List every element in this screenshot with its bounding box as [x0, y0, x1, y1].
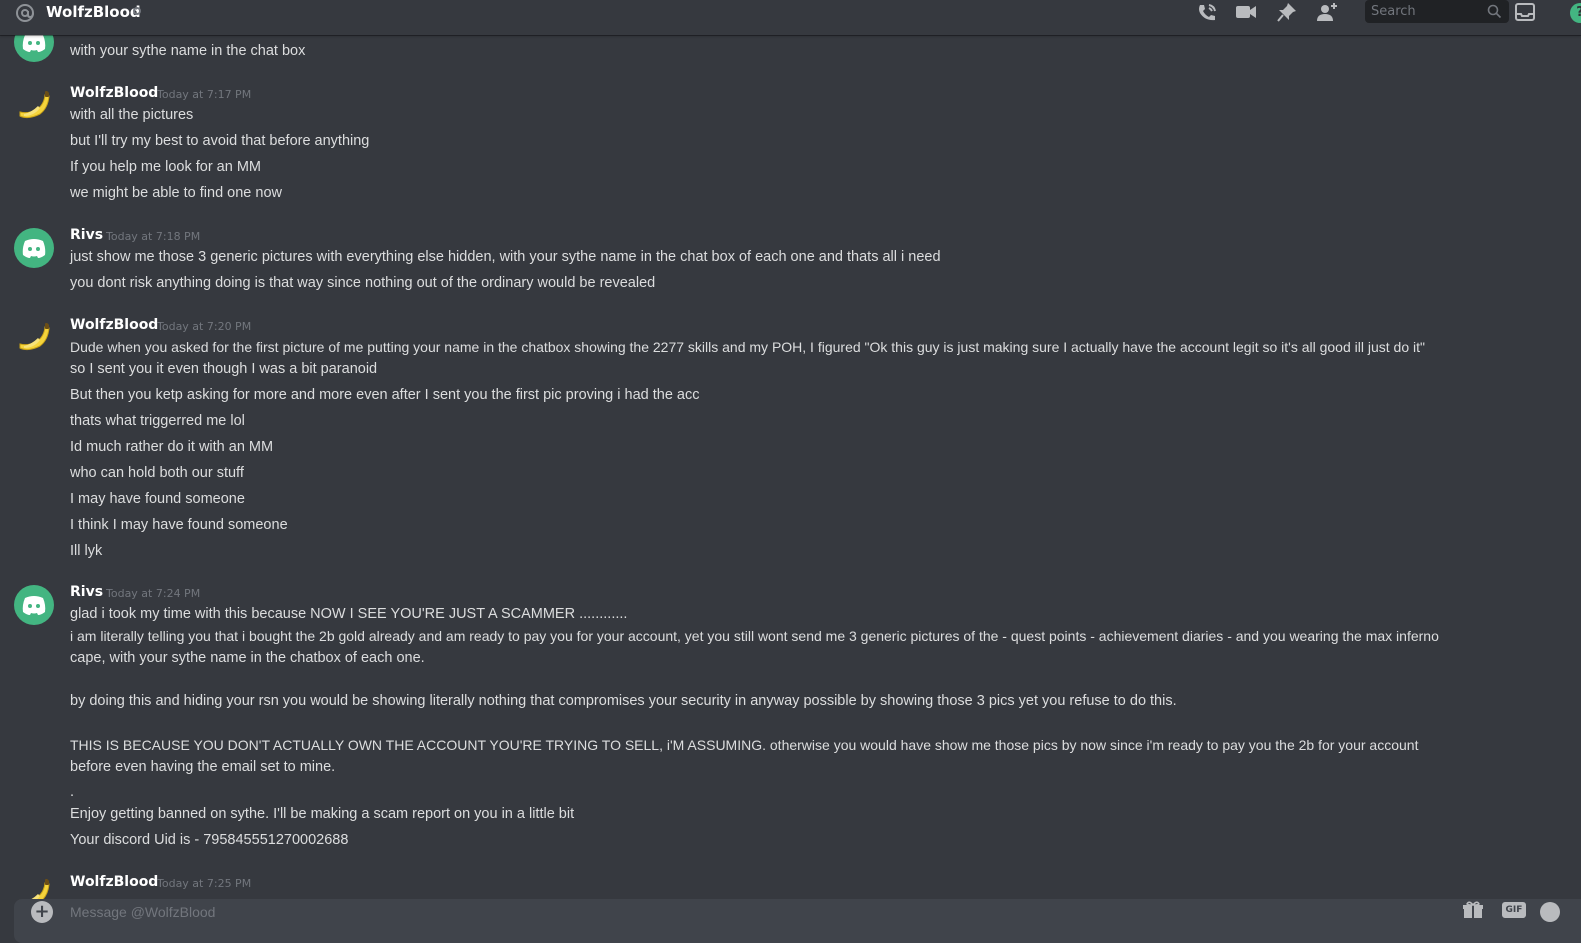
at-sign-icon	[16, 4, 34, 22]
help-icon[interactable]: ?	[1570, 3, 1581, 23]
timestamp: Today at 7:17 PM	[157, 88, 252, 101]
message-line: I think I may have found someone	[70, 517, 288, 533]
offline-status-icon	[133, 7, 141, 15]
timestamp: Today at 7:20 PM	[157, 320, 252, 333]
timestamp: Today at 7:25 PM	[157, 877, 252, 890]
username[interactable]: WolfzBlood	[70, 873, 158, 891]
message-line: by doing this and hiding your rsn you wo…	[70, 693, 1177, 709]
gift-icon[interactable]	[1462, 901, 1484, 919]
message-line: just show me those 3 generic pictures wi…	[70, 249, 941, 265]
message-line: I may have found someone	[70, 491, 245, 507]
channel-title: WolfzBlood	[46, 3, 141, 21]
message-line: who can hold both our stuff	[70, 465, 244, 481]
discord-logo-icon	[22, 239, 46, 258]
upload-plus-icon[interactable]: +	[31, 901, 53, 923]
message-line: glad i took my time with this because NO…	[70, 606, 628, 622]
message-line: Id much rather do it with an MM	[70, 439, 274, 455]
add-friend-icon[interactable]	[1315, 1, 1339, 23]
message-list: with your sythe name in the chat box Wol…	[0, 0, 1581, 921]
username[interactable]: WolfzBlood	[70, 316, 158, 334]
channel-header: WolfzBlood ?	[0, 0, 1581, 35]
message-line: Enjoy getting banned on sythe. I'll be m…	[70, 806, 575, 822]
message-line: cape, with your sythe name in the chatbo…	[70, 650, 425, 666]
pinned-messages-icon[interactable]	[1275, 1, 1299, 23]
message-line: we might be able to find one now	[70, 185, 282, 201]
search-input[interactable]	[1371, 3, 1481, 20]
message-line: with all the pictures	[70, 107, 194, 123]
message-line: so I sent you it even though I was a bit…	[70, 361, 378, 377]
emoji-icon[interactable]	[1540, 902, 1560, 922]
username[interactable]: WolfzBlood	[70, 84, 158, 102]
timestamp: Today at 7:18 PM	[106, 230, 201, 243]
username[interactable]: Rivs	[70, 226, 103, 244]
message-line: Ill lyk	[70, 543, 103, 559]
message-line: .	[70, 784, 75, 800]
search-box[interactable]	[1365, 0, 1509, 23]
message-line: Dude when you asked for the first pictur…	[70, 339, 1425, 355]
avatar[interactable]	[14, 86, 54, 126]
voice-call-icon[interactable]	[1195, 1, 1219, 23]
banana-icon	[19, 323, 50, 351]
video-call-icon[interactable]	[1234, 1, 1258, 23]
avatar[interactable]	[14, 318, 54, 358]
message-line: you dont risk anything doing is that way…	[70, 275, 656, 291]
message-line: but I'll try my best to avoid that befor…	[70, 133, 370, 149]
message-line: But then you ketp asking for more and mo…	[70, 387, 700, 403]
message-line: If you help me look for an MM	[70, 159, 261, 175]
discord-logo-icon	[22, 596, 46, 615]
message-line: with your sythe name in the chat box	[70, 43, 306, 59]
message-line: thats what triggerred me lol	[70, 413, 245, 429]
banana-icon	[19, 91, 50, 119]
gif-button[interactable]: GIF	[1502, 902, 1526, 918]
message-line: Your discord Uid is - 795845551270002688	[70, 832, 349, 848]
avatar[interactable]	[14, 228, 54, 268]
message-composer: + GIF	[14, 899, 1581, 943]
timestamp: Today at 7:24 PM	[106, 587, 201, 600]
message-line: THIS IS BECAUSE YOU DON'T ACTUALLY OWN T…	[70, 737, 1419, 753]
message-input[interactable]	[70, 902, 970, 922]
inbox-icon[interactable]	[1513, 1, 1537, 23]
message-line: i am literally telling you that i bought…	[70, 628, 1439, 644]
username[interactable]: Rivs	[70, 583, 103, 601]
message-line: before even having the email set to mine…	[70, 759, 336, 775]
avatar[interactable]	[14, 585, 54, 625]
search-icon	[1487, 4, 1502, 19]
